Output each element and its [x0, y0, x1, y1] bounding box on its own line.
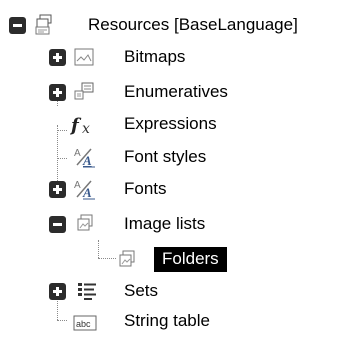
tree-node-folders[interactable]: Folders	[0, 243, 351, 275]
resources-icon	[34, 14, 56, 36]
tree-node-label: Image lists	[124, 214, 206, 233]
svg-text:A: A	[74, 180, 81, 191]
expand-icon[interactable]	[49, 283, 66, 300]
sets-icon	[76, 280, 98, 302]
string-table-icon: abc	[73, 314, 97, 332]
tree-node-label: Resources [BaseLanguage]	[88, 15, 298, 34]
expand-icon[interactable]	[49, 84, 66, 101]
font-icon: A A	[73, 178, 95, 200]
tree-node-label: Expressions	[124, 114, 217, 133]
tree-node-bitmaps[interactable]: Bitmaps	[0, 41, 351, 73]
expand-icon[interactable]	[49, 181, 66, 198]
resource-tree: Resources [BaseLanguage] Bitmaps Enumera…	[0, 0, 351, 333]
tree-node-string-table[interactable]: abc String table	[0, 305, 351, 337]
tree-node-label: Fonts	[124, 179, 167, 198]
bitmap-icon	[73, 46, 95, 68]
tree-node-expressions[interactable]: f x Expressions	[0, 108, 351, 140]
enumeratives-icon	[73, 81, 95, 103]
tree-node-label: Font styles	[124, 147, 207, 166]
image-list-icon	[118, 250, 136, 268]
tree-node-sets[interactable]: Sets	[0, 275, 351, 307]
tree-node-image-lists[interactable]: Image lists	[0, 208, 351, 240]
function-icon: f x	[69, 113, 98, 137]
collapse-icon[interactable]	[9, 17, 26, 34]
svg-text:A: A	[74, 148, 81, 159]
image-list-icon	[76, 214, 94, 232]
tree-node-fonts[interactable]: A A Fonts	[0, 173, 351, 205]
tree-node-label: Enumeratives	[124, 82, 228, 101]
tree-node-label-selected: Folders	[154, 246, 227, 272]
expand-icon[interactable]	[49, 49, 66, 66]
font-style-icon: A A	[73, 146, 95, 168]
tree-node-label: Sets	[124, 281, 159, 300]
svg-text:A: A	[82, 153, 92, 168]
svg-text:abc: abc	[76, 319, 91, 329]
tree-node-label: Bitmaps	[124, 47, 186, 66]
svg-text:x: x	[82, 121, 90, 137]
tree-node-enumeratives[interactable]: Enumeratives	[0, 76, 351, 108]
tree-node-font-styles[interactable]: A A Font styles	[0, 141, 351, 173]
svg-text:A: A	[82, 185, 92, 200]
svg-text:f: f	[70, 115, 82, 136]
collapse-icon[interactable]	[49, 216, 66, 233]
tree-node-label: String table	[124, 311, 210, 330]
tree-node-root[interactable]: Resources [BaseLanguage]	[0, 9, 351, 41]
